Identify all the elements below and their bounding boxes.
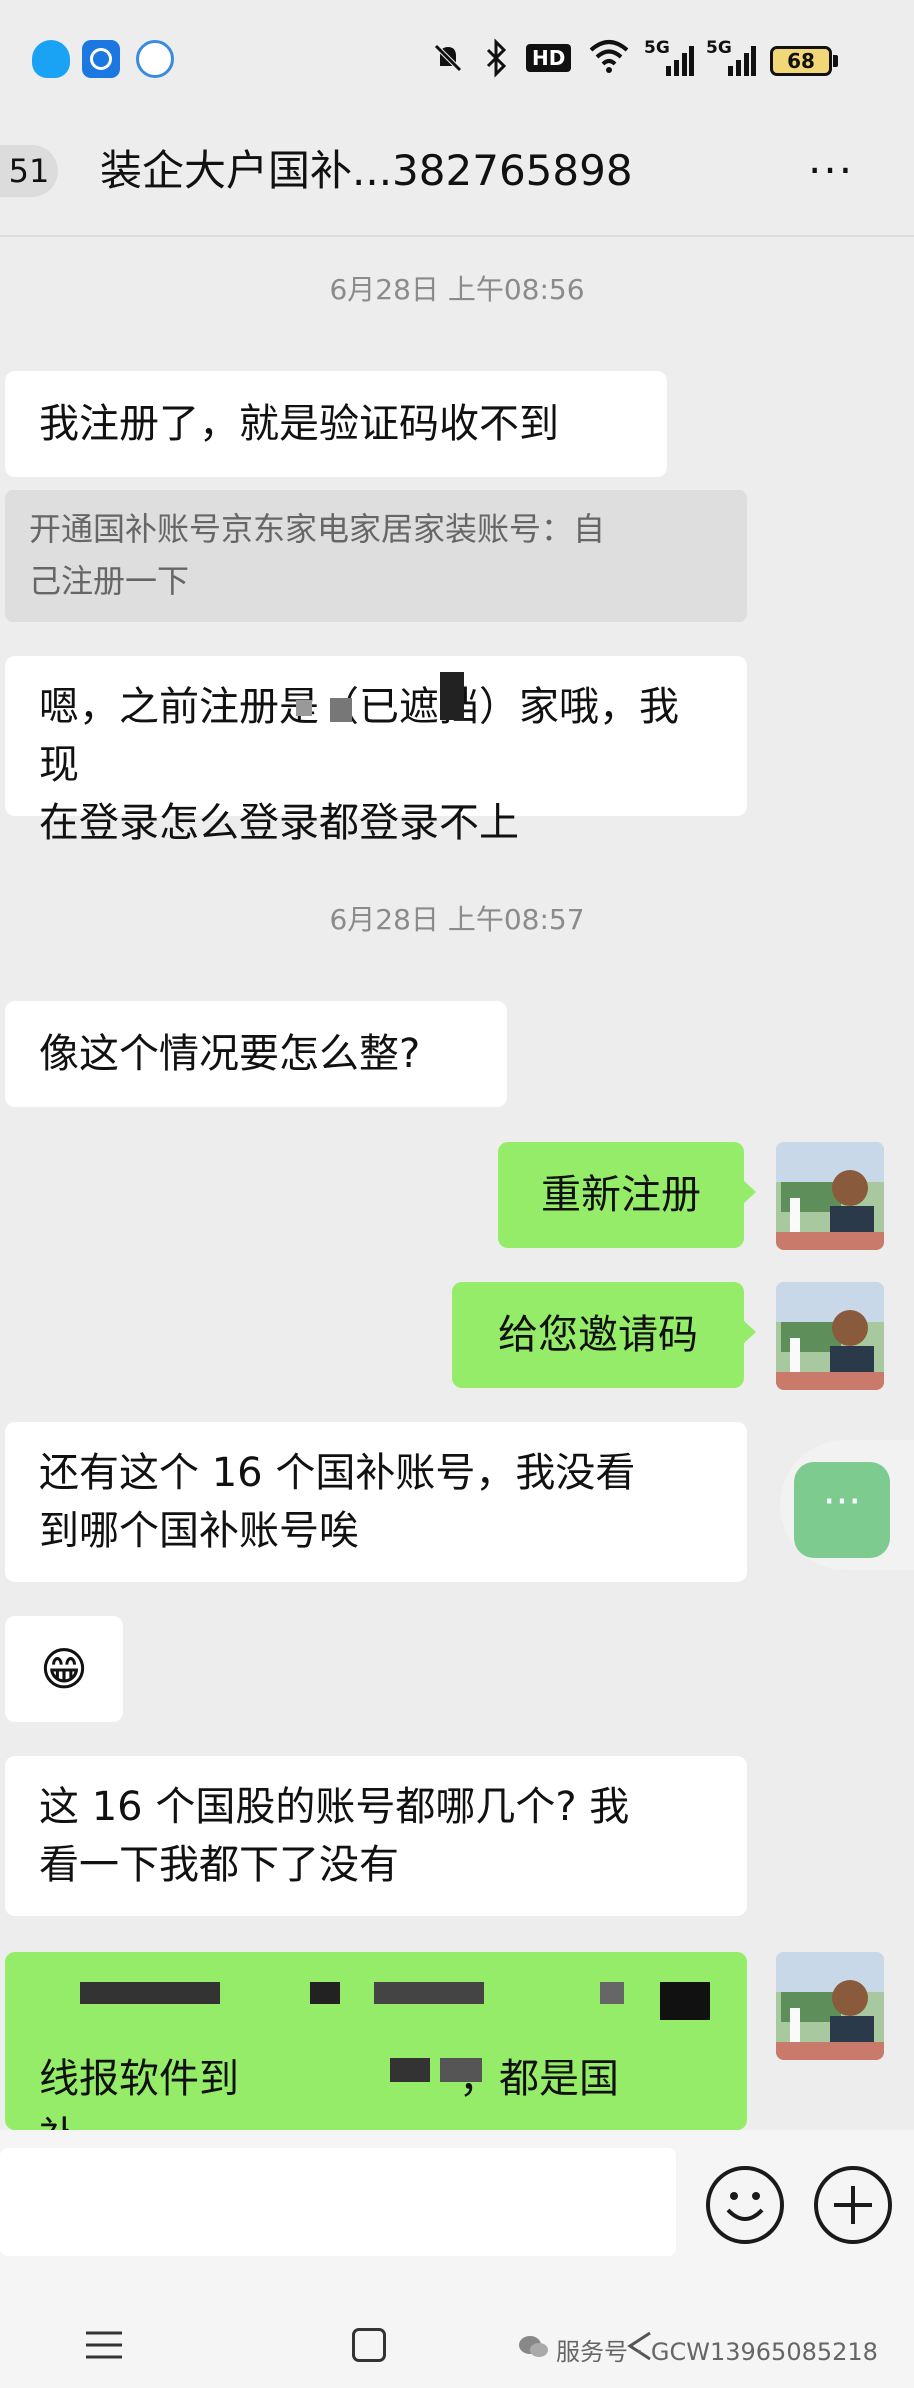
signal-icon-2 [728,46,756,76]
chat-title: 装企大户国补...382765898 [100,146,633,195]
message-bubble-incoming[interactable]: 😁 [5,1616,123,1722]
signal-icon-1 [666,46,694,76]
redaction-mark [80,1982,220,2004]
quoted-message[interactable]: 开通国补账号京东家电家居家装账号：自 己注册一下 [5,490,747,622]
avatar[interactable] [776,1952,884,2060]
battery-indicator: 68 [770,46,832,76]
avatar[interactable] [776,1142,884,1250]
message-text: 我注册了，就是验证码收不到 [39,401,559,447]
message-text-line1: 线报软件到 [39,2056,239,2102]
more-dots-icon[interactable]: ··· [794,1462,890,1558]
redaction-mark [374,1982,484,2004]
message-text-line2: 看一下我都下了没有 [39,1842,399,1888]
timestamp: 6月28日 上午08:57 [329,903,585,936]
home-nav-icon[interactable] [352,2328,386,2362]
message-bubble-incoming[interactable]: 我注册了，就是验证码收不到 [5,371,667,477]
redaction-mark [440,672,464,720]
message-text-line1-end: ，都是国 [459,2056,619,2102]
quote-text-line2: 己注册一下 [29,562,190,600]
timestamp: 6月28日 上午08:56 [329,273,585,306]
grin-emoji: 😁 [40,1642,88,1696]
redaction-mark [440,2058,482,2082]
redaction-mark [600,1982,624,2004]
wechat-logo-icon [518,2334,548,2360]
back-unread-count[interactable]: 51 [0,145,58,197]
redaction-mark [270,2058,380,2084]
status-bar: HD 5G 5G 68 [0,0,914,120]
watermark-text: 服务号 · GCW13965085218 [556,2338,878,2366]
message-text-line2: 补 [39,2108,713,2130]
qq-icon [32,40,70,78]
bubble-tail [746,1990,747,2014]
battery-tip [833,55,838,67]
message-bubble-outgoing[interactable]: 重新注册 [498,1142,756,1248]
message-text-line2: 到哪个国补账号唉 [39,1508,359,1554]
message-bubble-incoming[interactable]: 嗯，之前注册是（已遮挡）家哦，我现 在登录怎么登录都登录不上 [5,656,747,846]
browser-app-icon [82,40,120,78]
bluetooth-icon [484,38,508,78]
plus-button-icon[interactable] [814,2166,892,2244]
quote-text-line1: 开通国补账号京东家电家居家装账号：自 [29,510,606,548]
redaction-mark [660,1982,710,2020]
message-input[interactable] [0,2148,676,2256]
emoji-button-icon[interactable] [706,2166,784,2244]
message-text-line1: 这 16 个国股的账号都哪几个? 我 [39,1784,630,1830]
message-text-line1: 还有这个 16 个国补账号，我没看 [39,1450,636,1496]
message-text: 像这个情况要怎么整? [39,1031,421,1077]
message-bubble-outgoing[interactable]: 线报软件到 ，都是国 补 [5,1952,747,2130]
mute-bell-icon [430,40,466,76]
message-text-line1: 嗯，之前注册是（已遮挡）家哦，我现 [39,684,679,788]
hd-badge: HD [526,44,572,72]
bubble-tail [743,1320,756,1344]
message-bubble-incoming[interactable]: 这 16 个国股的账号都哪几个? 我 看一下我都下了没有 [5,1756,747,1916]
redaction-mark [296,700,312,716]
bubble-tail [743,1180,756,1204]
message-text: 重新注册 [541,1172,701,1218]
message-bubble-outgoing[interactable]: 给您邀请码 [452,1282,756,1388]
message-bubble-incoming[interactable]: 像这个情况要怎么整? [5,1001,507,1107]
redaction-mark [310,1982,340,2004]
more-options-icon[interactable]: ··· [808,140,854,202]
avatar[interactable] [776,1282,884,1390]
wifi-icon [588,38,630,74]
redaction-mark [330,698,352,722]
menu-nav-icon[interactable] [86,2330,122,2360]
redaction-mark [390,2058,430,2082]
message-text-line2: 在登录怎么登录都登录不上 [39,800,519,846]
message-text: 给您邀请码 [498,1312,698,1358]
message-bubble-incoming[interactable]: 还有这个 16 个国补账号，我没看 到哪个国补账号唉 [5,1422,747,1582]
message-app-icon [136,40,174,78]
